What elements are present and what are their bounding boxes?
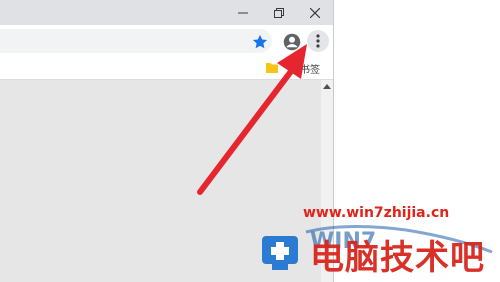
star-icon[interactable]: [251, 33, 269, 51]
more-vert-icon: [316, 34, 320, 48]
title-bar: [0, 0, 333, 25]
restore-button[interactable]: [261, 0, 297, 25]
menu-button[interactable]: [307, 30, 329, 52]
bookmarks-label[interactable]: 书签: [300, 61, 320, 76]
folder-icon[interactable]: [266, 62, 278, 73]
minimize-button[interactable]: [225, 0, 261, 25]
close-button[interactable]: [297, 0, 333, 25]
scroll-up-arrow[interactable]: [323, 84, 331, 89]
minimize-icon: [238, 12, 248, 13]
bookmarks-bar: 书签: [0, 57, 333, 80]
watermark-url: www.win7zhijia.cn: [303, 205, 450, 221]
address-bar[interactable]: [0, 29, 272, 53]
close-icon: [310, 7, 320, 18]
browser-toolbar: [0, 25, 333, 57]
watermark-text: 电脑技术吧: [310, 238, 485, 278]
account-circle-icon[interactable]: [283, 33, 301, 51]
restore-icon: [274, 7, 284, 18]
